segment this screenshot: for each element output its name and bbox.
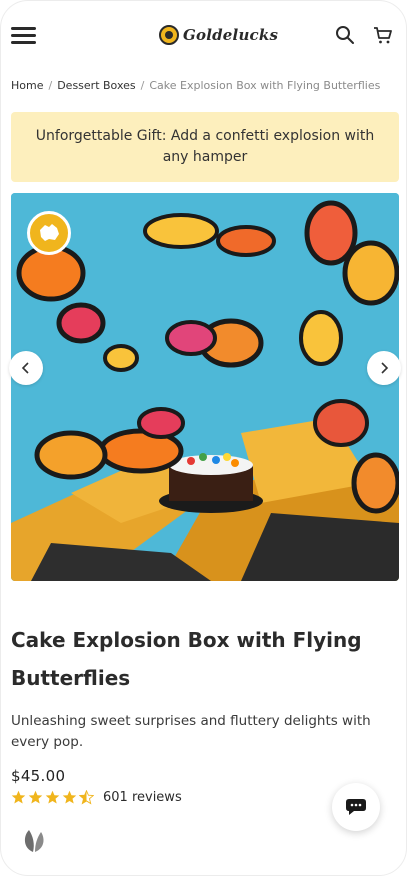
star-icon bbox=[28, 790, 43, 804]
australia-map-icon bbox=[27, 211, 71, 255]
chevron-left-icon bbox=[21, 362, 29, 374]
review-count[interactable]: 601 reviews bbox=[103, 790, 182, 805]
star-icon bbox=[45, 790, 60, 804]
breadcrumb-dessert-boxes[interactable]: Dessert Boxes bbox=[57, 79, 135, 92]
promo-banner[interactable]: Unforgettable Gift: Add a confetti explo… bbox=[11, 112, 399, 182]
page: Goldelucks Home / Dessert Boxes / Cake E… bbox=[0, 0, 407, 876]
search-icon[interactable] bbox=[334, 24, 356, 46]
product-image[interactable] bbox=[11, 193, 399, 581]
header-icons bbox=[334, 24, 394, 46]
breadcrumb: Home / Dessert Boxes / Cake Explosion Bo… bbox=[11, 79, 380, 92]
breadcrumb-separator: / bbox=[140, 79, 145, 92]
product-title: Cake Explosion Box with Flying Butterfli… bbox=[11, 628, 362, 690]
breadcrumb-separator: / bbox=[48, 79, 53, 92]
half-star-icon bbox=[79, 790, 94, 805]
site-logo[interactable]: Goldelucks bbox=[159, 25, 278, 45]
star-icon bbox=[62, 790, 77, 804]
site-header: Goldelucks bbox=[1, 1, 406, 69]
gallery-prev-button[interactable] bbox=[9, 351, 43, 385]
star-icon bbox=[11, 790, 26, 804]
product-price: $45.00 bbox=[11, 767, 66, 785]
logo-text: Goldelucks bbox=[183, 26, 279, 44]
breadcrumb-current: Cake Explosion Box with Flying Butterfli… bbox=[149, 79, 381, 92]
promo-banner-text: Unforgettable Gift: Add a confetti explo… bbox=[35, 128, 375, 165]
product-description: Unleashing sweet surprises and fluttery … bbox=[11, 713, 371, 750]
chat-button[interactable] bbox=[332, 783, 380, 831]
chevron-right-icon bbox=[381, 362, 389, 374]
product-rating[interactable]: 601 reviews bbox=[11, 790, 182, 805]
logo-mark-icon bbox=[159, 25, 179, 45]
product-photo bbox=[11, 193, 399, 581]
leaf-icon[interactable] bbox=[21, 828, 47, 854]
chat-bubble-icon bbox=[346, 799, 366, 815]
gallery-next-button[interactable] bbox=[367, 351, 401, 385]
hamburger-menu-icon[interactable] bbox=[11, 25, 37, 45]
cart-icon[interactable] bbox=[372, 24, 394, 46]
breadcrumb-home[interactable]: Home bbox=[11, 79, 43, 92]
